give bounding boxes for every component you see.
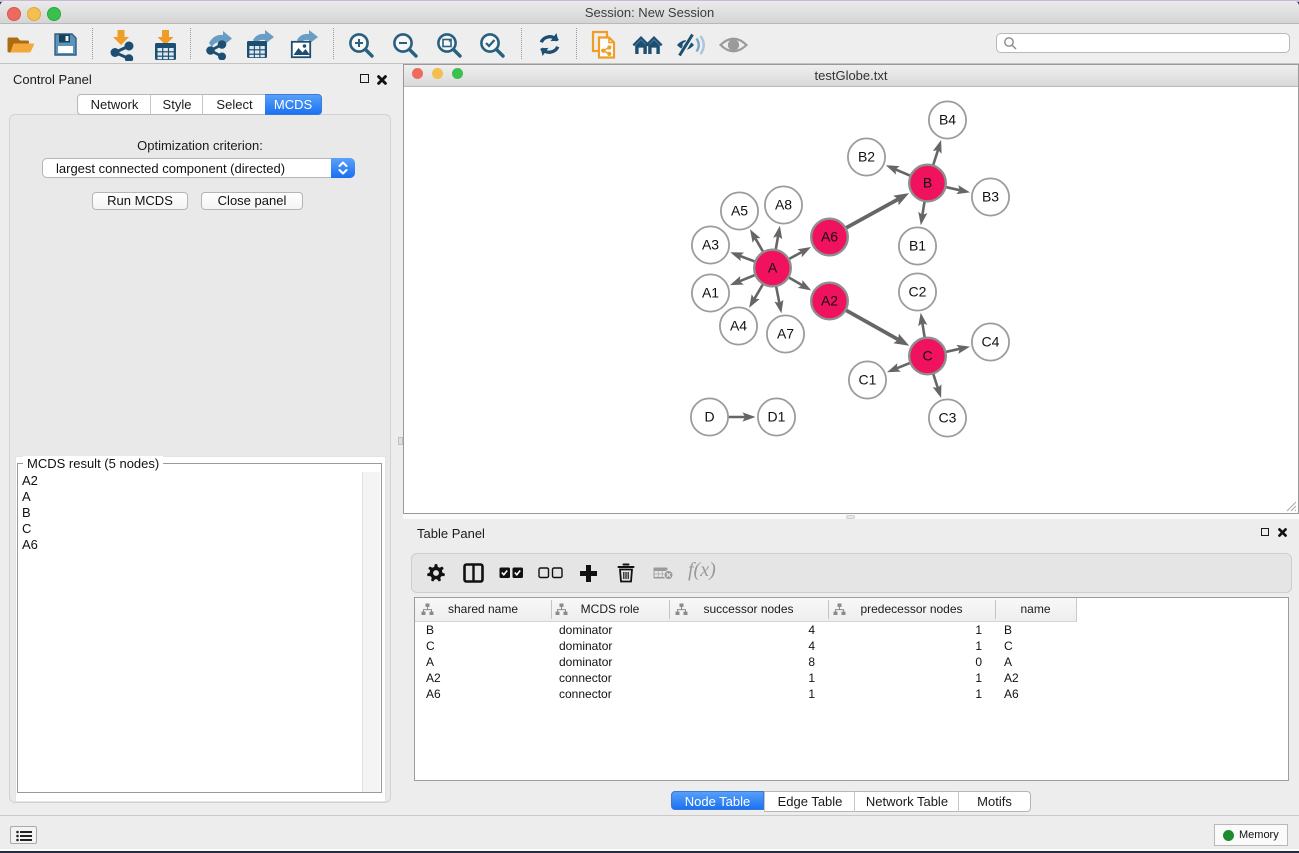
svg-text:D: D bbox=[704, 409, 714, 425]
svg-text:C1: C1 bbox=[859, 372, 877, 388]
svg-text:B3: B3 bbox=[982, 189, 999, 205]
svg-text:A6: A6 bbox=[821, 229, 838, 245]
svg-text:A8: A8 bbox=[775, 197, 792, 213]
svg-text:A5: A5 bbox=[731, 203, 748, 219]
svg-text:A: A bbox=[768, 260, 778, 276]
svg-text:A3: A3 bbox=[702, 237, 719, 253]
svg-text:D1: D1 bbox=[768, 409, 786, 425]
svg-text:C4: C4 bbox=[982, 334, 1000, 350]
svg-text:A1: A1 bbox=[702, 285, 719, 301]
svg-text:B4: B4 bbox=[939, 112, 956, 128]
svg-text:C: C bbox=[922, 348, 932, 364]
svg-text:A2: A2 bbox=[821, 293, 838, 309]
svg-text:B2: B2 bbox=[858, 149, 875, 165]
svg-text:A4: A4 bbox=[730, 318, 747, 334]
svg-text:B1: B1 bbox=[909, 238, 926, 254]
svg-text:B: B bbox=[923, 175, 932, 191]
svg-text:C2: C2 bbox=[909, 284, 927, 300]
svg-text:A7: A7 bbox=[777, 326, 794, 342]
svg-text:C3: C3 bbox=[939, 410, 957, 426]
